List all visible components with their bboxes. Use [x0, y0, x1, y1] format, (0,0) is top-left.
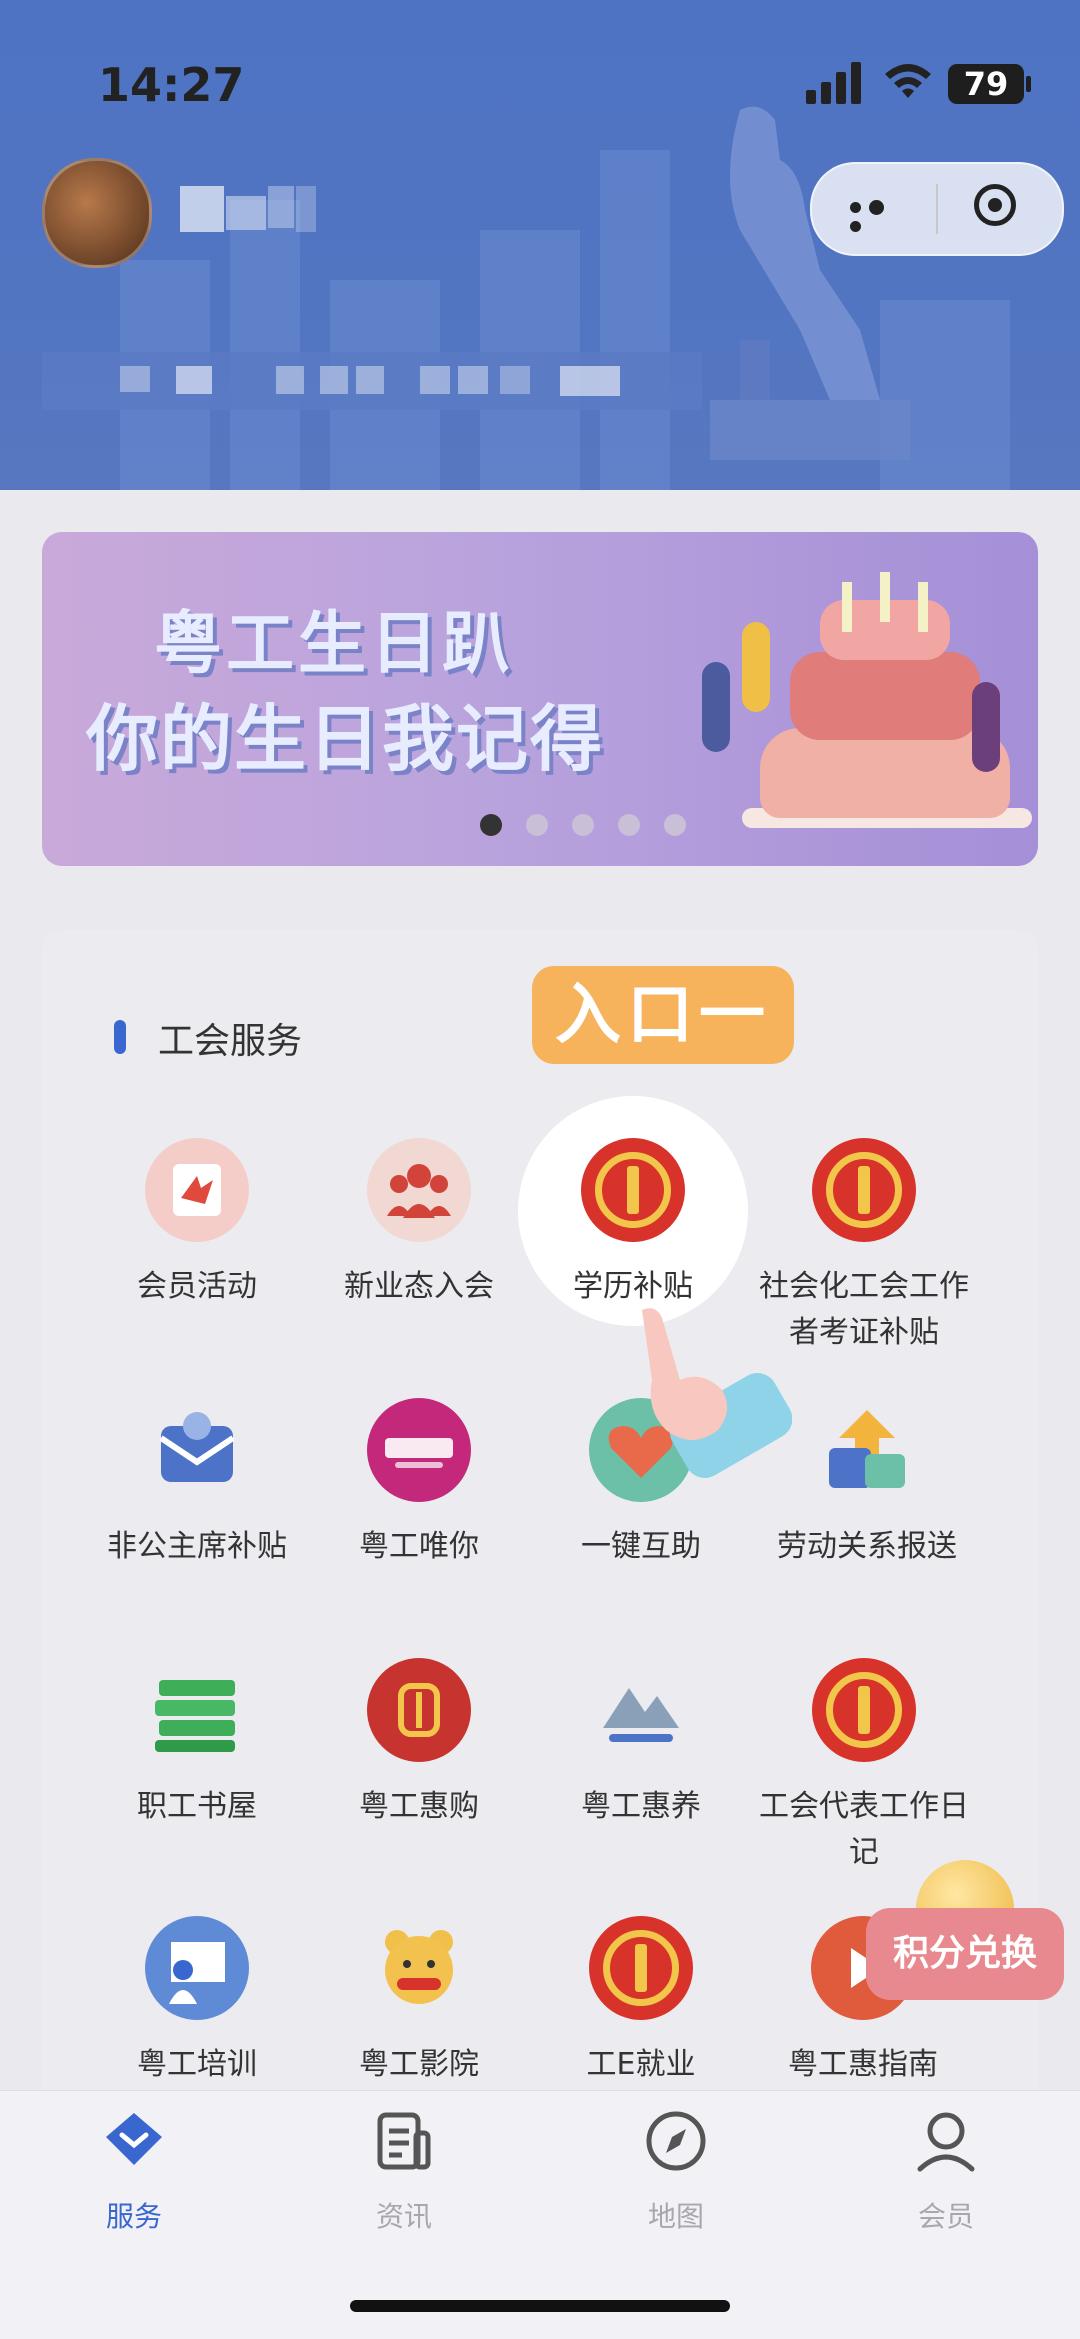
service-label: 工会代表工作日记 [759, 1789, 969, 1870]
tab-label: 资讯 [375, 2200, 432, 2233]
service-label: 粤工惠指南 [788, 2047, 938, 2082]
diamond-icon [102, 2109, 166, 2173]
pagination-dot[interactable] [618, 814, 640, 836]
service-label: 非公主席补贴 [107, 1529, 287, 1564]
service-label: 新业态入会 [344, 1269, 494, 1304]
service-education-subsidy[interactable]: 学历补贴 [520, 1138, 746, 1310]
service-label: 劳动关系报送 [777, 1529, 957, 1564]
battery-level: 79 [948, 64, 1024, 104]
tab-news[interactable]: 资讯 [304, 2109, 504, 2235]
service-new-industry-join[interactable]: 新业态入会 [306, 1138, 532, 1310]
service-label: 粤工培训 [137, 2047, 257, 2082]
user-icon [914, 2109, 978, 2173]
entry-callout: 入口一 [532, 966, 794, 1064]
pagination-dot[interactable] [664, 814, 686, 836]
service-member-activity[interactable]: 会员活动 [84, 1138, 310, 1310]
miniprogram-capsule [810, 162, 1064, 256]
more-icon[interactable] [850, 198, 910, 232]
service-label: 会员活动 [137, 1269, 257, 1304]
statue-illustration [710, 106, 910, 460]
service-discount-shopping[interactable]: 粤工惠购 [306, 1658, 532, 1830]
points-exchange-button[interactable]: 积分兑换 [866, 1908, 1064, 2000]
section-title: 工会服务 [158, 1021, 303, 1062]
service-label: 职工书屋 [137, 1789, 257, 1824]
tab-label: 会员 [917, 2200, 974, 2233]
home-indicator [350, 2300, 730, 2312]
member-activity-icon [145, 1138, 249, 1242]
service-cinema[interactable]: 粤工影院 [306, 1916, 532, 2088]
wallet-subsidy-icon [145, 1398, 249, 1502]
pointing-hand-icon [642, 1308, 792, 1478]
service-label: 粤工惠购 [359, 1789, 479, 1824]
banner-pagination [480, 814, 710, 836]
battery-tip-icon [1026, 76, 1031, 92]
books-icon [145, 1658, 249, 1762]
union-emblem-icon [581, 1138, 685, 1242]
banner-subtitle: 你的生日我记得 [86, 697, 605, 781]
avatar[interactable] [42, 158, 152, 268]
vip-shop-icon [367, 1398, 471, 1502]
union-emblem-icon [812, 1658, 916, 1762]
service-nonpublic-chair-subsidy[interactable]: 非公主席补贴 [84, 1398, 310, 1570]
header-background: 14:27 79 [0, 0, 1080, 490]
pagination-dot-active[interactable] [480, 814, 502, 836]
tab-map[interactable]: 地图 [576, 2109, 776, 2235]
mountain-care-icon [589, 1658, 693, 1762]
banner-title: 粤工生日趴 [154, 605, 515, 684]
service-label: 粤工影院 [359, 2047, 479, 2082]
service-vip-shop[interactable]: 粤工唯你 [306, 1398, 532, 1570]
new-industry-join-icon [367, 1138, 471, 1242]
section-title-bar [114, 1020, 126, 1054]
union-emblem-icon [589, 1916, 693, 2020]
status-time: 14:27 [98, 58, 245, 112]
tab-label: 服务 [105, 2200, 162, 2233]
wheat-shop-icon [367, 1658, 471, 1762]
teacher-training-icon [145, 1916, 249, 2020]
cellular-signal-icon [806, 62, 861, 104]
service-label: 工E就业 [586, 2047, 696, 2082]
report-upload-icon [815, 1398, 919, 1502]
close-target-icon[interactable] [974, 184, 1016, 226]
union-emblem-icon [812, 1138, 916, 1242]
compass-icon [644, 2109, 708, 2173]
service-e-employment[interactable]: 工E就业 [528, 1916, 754, 2088]
app-screen: 14:27 79 粤工生日趴 你的生日我记得 工会服务 入口一 会员活动 新业态… [0, 0, 1080, 2339]
promo-banner[interactable]: 粤工生日趴 你的生日我记得 [42, 532, 1038, 866]
bear-cinema-icon [367, 1916, 471, 2020]
document-icon [372, 2109, 436, 2173]
pagination-dot[interactable] [526, 814, 548, 836]
tab-member[interactable]: 会员 [846, 2109, 1046, 2235]
service-label: 一键互助 [581, 1529, 701, 1564]
service-union-rep-diary[interactable]: 工会代表工作日记 [748, 1658, 980, 1876]
tab-services[interactable]: 服务 [34, 2109, 234, 2235]
service-elderly-care[interactable]: 粤工惠养 [528, 1658, 754, 1830]
tab-label: 地图 [647, 2200, 704, 2233]
service-training[interactable]: 粤工培训 [84, 1916, 310, 2088]
service-label: 粤工唯你 [359, 1529, 479, 1564]
pagination-dot[interactable] [572, 814, 594, 836]
service-workers-library[interactable]: 职工书屋 [84, 1658, 310, 1830]
service-label: 粤工惠养 [581, 1789, 701, 1824]
wifi-icon [885, 64, 931, 98]
